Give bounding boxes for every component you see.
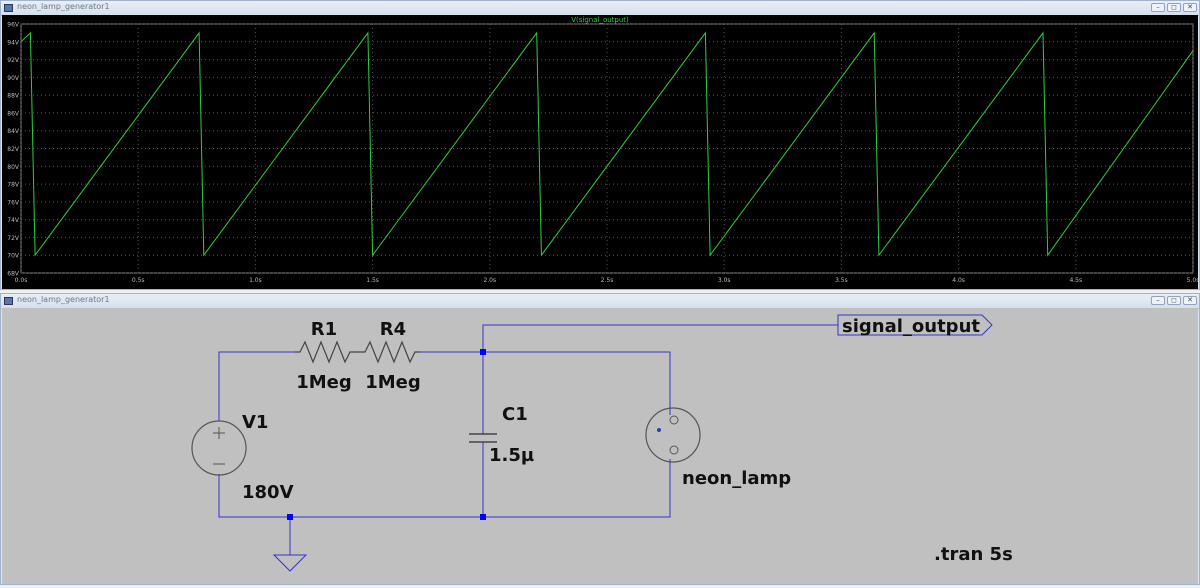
v1-value: 180V bbox=[242, 482, 294, 503]
close-icon[interactable]: ✕ bbox=[1183, 296, 1197, 305]
x-tick-label: 4.0s bbox=[952, 277, 965, 284]
x-tick-label: 0.0s bbox=[15, 277, 28, 284]
y-tick-label: 74V bbox=[7, 217, 20, 224]
neon-lamp-label: neon_lamp bbox=[682, 468, 791, 489]
r1-value: 1Meg bbox=[296, 372, 352, 393]
waveform-window-title: neon_lamp_generator1 bbox=[17, 2, 110, 11]
junction-dot bbox=[480, 514, 486, 520]
restore-icon[interactable]: ◻ bbox=[1167, 3, 1181, 12]
net-label-signal-output[interactable]: signal_output bbox=[837, 314, 993, 337]
x-tick-label: 2.5s bbox=[601, 277, 614, 284]
x-tick-label: 2.0s bbox=[483, 277, 496, 284]
x-tick-label: 0.5s bbox=[132, 277, 145, 284]
schematic-svg: R1 1Meg R4 1Meg C1 1.5µ V1 180V neon_lam… bbox=[2, 308, 1198, 584]
schematic-canvas[interactable]: R1 1Meg R4 1Meg C1 1.5µ V1 180V neon_lam… bbox=[2, 308, 1198, 584]
y-tick-label: 84V bbox=[7, 128, 20, 135]
x-tick-label: 1.5s bbox=[366, 277, 379, 284]
junction-dot bbox=[480, 349, 486, 355]
trace-label[interactable]: V(signal_output) bbox=[571, 16, 629, 24]
minimize-icon[interactable]: – bbox=[1151, 296, 1165, 305]
wire-top[interactable] bbox=[420, 351, 671, 415]
wire-left-top[interactable] bbox=[218, 351, 295, 421]
y-tick-label: 92V bbox=[7, 57, 20, 64]
spice-directive[interactable]: .tran 5s bbox=[934, 544, 1013, 565]
y-tick-label: 94V bbox=[7, 39, 20, 46]
y-tick-label: 70V bbox=[7, 253, 20, 260]
close-icon[interactable]: ✕ bbox=[1183, 3, 1197, 12]
c1-value: 1.5µ bbox=[489, 445, 534, 466]
r4-value: 1Meg bbox=[365, 372, 421, 393]
y-tick-label: 80V bbox=[7, 164, 20, 171]
schematic-window: neon_lamp_generator1 – ◻ ✕ R1 1Meg R4 1M… bbox=[0, 293, 1200, 585]
ltspice-app-icon bbox=[4, 297, 13, 305]
x-tick-label: 4.5s bbox=[1069, 277, 1082, 284]
resistor-r1[interactable] bbox=[295, 340, 355, 364]
y-tick-label: 76V bbox=[7, 199, 20, 206]
net-label-text: signal_output bbox=[842, 316, 980, 337]
junction-dot bbox=[287, 514, 293, 520]
ltspice-app-icon bbox=[4, 4, 13, 12]
wire-signal-output[interactable] bbox=[482, 324, 838, 352]
r1-label: R1 bbox=[311, 319, 337, 340]
waveform-titlebar[interactable]: neon_lamp_generator1 – ◻ ✕ bbox=[1, 1, 1199, 16]
v1-label: V1 bbox=[242, 412, 268, 433]
x-tick-label: 1.0s bbox=[249, 277, 262, 284]
x-tick-label: 5.0s bbox=[1187, 277, 1198, 284]
y-tick-label: 86V bbox=[7, 110, 20, 117]
y-tick-label: 96V bbox=[7, 22, 20, 29]
neon-lamp-symbol[interactable] bbox=[645, 407, 701, 463]
resistor-r4[interactable] bbox=[355, 340, 420, 364]
y-tick-label: 90V bbox=[7, 75, 20, 82]
y-tick-label: 78V bbox=[7, 182, 20, 189]
r4-label: R4 bbox=[380, 319, 406, 340]
ground-icon[interactable] bbox=[272, 554, 308, 572]
waveform-window: neon_lamp_generator1 – ◻ ✕ V(signal_outp… bbox=[0, 0, 1200, 290]
capacitor-c1[interactable] bbox=[469, 433, 497, 443]
waveform-chart-svg: V(signal_output) 68V70V72V74V76V78V80V82… bbox=[7, 16, 1199, 284]
schematic-window-title: neon_lamp_generator1 bbox=[17, 295, 110, 304]
x-tick-label: 3.0s bbox=[718, 277, 731, 284]
waveform-plot[interactable]: V(signal_output) 68V 70V 72V 74V 76V 78V 80V 82… bbox=[2, 15, 1199, 289]
x-tick-label: 3.5s bbox=[835, 277, 848, 284]
schematic-titlebar[interactable]: neon_lamp_generator1 – ◻ ✕ bbox=[1, 294, 1199, 309]
c1-label: C1 bbox=[502, 404, 528, 425]
restore-icon[interactable]: ◻ bbox=[1167, 296, 1181, 305]
voltage-source-v1[interactable] bbox=[191, 420, 247, 476]
minimize-icon[interactable]: – bbox=[1151, 3, 1165, 12]
y-tick-label: 88V bbox=[7, 93, 20, 100]
y-tick-label: 82V bbox=[7, 146, 20, 153]
y-tick-label: 72V bbox=[7, 235, 20, 242]
